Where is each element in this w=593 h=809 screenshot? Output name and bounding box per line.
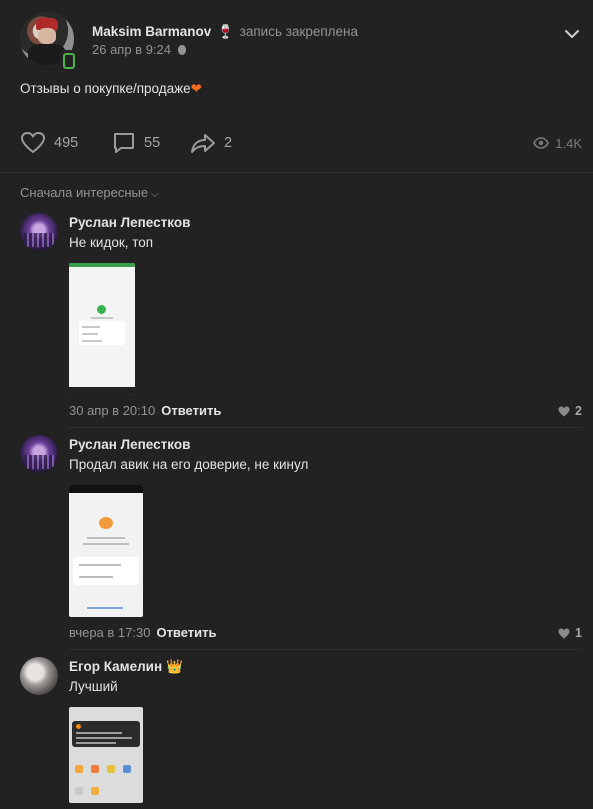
comment-text: Не кидок, топ (69, 235, 154, 250)
chevron-down-icon: ⌵ (151, 189, 159, 200)
heart-emoji: ❤ (190, 81, 202, 96)
image-app-icon (91, 765, 99, 773)
share-count: 2 (224, 135, 233, 151)
image-app-icon (91, 787, 99, 795)
image-status-bar (69, 263, 135, 267)
comment-item: Руслан Лепестков Продал авик на его дове… (20, 435, 582, 643)
commenter-avatar[interactable] (20, 435, 58, 473)
commenter-avatar[interactable] (20, 213, 58, 251)
image-app-icon (75, 765, 83, 773)
image-text-line (79, 576, 113, 578)
comment-date[interactable]: 30 апр в 20:10 (69, 403, 155, 418)
views-count: 1.4K (555, 135, 582, 151)
comment-image[interactable] (69, 485, 143, 617)
comment-meta: 30 апр в 20:10 Ответить (69, 403, 221, 418)
heart-icon (558, 628, 570, 638)
mobile-online-icon (60, 50, 75, 69)
post-header: Maksim Barmanov 🍷 запись закреплена 26 а… (20, 12, 580, 69)
post-actions: 495 55 2 1.4K (20, 130, 582, 156)
image-text-line (82, 333, 98, 335)
avatar-face (38, 28, 56, 44)
post-text-content: Отзывы о покупке/продаже (20, 81, 191, 96)
image-app-icon (75, 787, 83, 795)
image-text-line (76, 732, 122, 734)
comment-button[interactable]: 55 (112, 130, 160, 156)
chevron-down-icon[interactable] (564, 26, 580, 42)
image-text-line (87, 537, 125, 539)
image-app-icon (123, 765, 131, 773)
image-status-bar (69, 485, 143, 493)
image-text-line (79, 564, 121, 566)
image-card (73, 557, 139, 585)
image-link-line (87, 607, 123, 609)
heart-icon (21, 132, 45, 153)
image-text-line (76, 737, 132, 739)
comment-count: 55 (144, 135, 161, 151)
divider (69, 427, 582, 428)
author-line: Maksim Barmanov 🍷 запись закреплена (92, 24, 358, 40)
comment-text: Лучший (69, 679, 118, 694)
image-text-line (91, 317, 113, 319)
check-icon (97, 305, 106, 314)
post-text: Отзывы о покупке/продаже❤ (20, 81, 202, 97)
like-count: 495 (54, 135, 79, 151)
comment-like-count: 1 (575, 626, 582, 640)
reply-button[interactable]: Ответить (161, 403, 221, 418)
comment-item: Руслан Лепестков Не кидок, топ 30 апр в … (20, 213, 582, 421)
comment-like-button[interactable]: 1 (558, 626, 582, 640)
image-text-line (82, 340, 102, 342)
image-app-icon (76, 724, 81, 729)
comment-meta: вчера в 17:30 Ответить (69, 625, 217, 640)
post-date[interactable]: 26 апр в 9:24 (92, 42, 171, 57)
image-text-line (83, 543, 129, 545)
image-text-line (82, 326, 100, 328)
comment-icon (114, 133, 134, 153)
crown-icon: 👑 (166, 659, 183, 674)
sort-label: Сначала интересные (20, 185, 149, 200)
like-button[interactable]: 495 (20, 130, 78, 156)
share-button[interactable]: 2 (190, 130, 232, 156)
divider (69, 649, 582, 650)
pinned-label: запись закреплена (239, 24, 359, 39)
sort-dropdown[interactable]: Сначала интересные ⌵ (20, 185, 159, 200)
comment-text: Продал авик на его доверие, не кинул (69, 457, 309, 472)
commenter-name-line: Егор Камелин 👑 (69, 659, 183, 675)
comment-like-count: 2 (575, 404, 582, 418)
image-text-line (76, 742, 116, 744)
comment-date[interactable]: вчера в 17:30 (69, 625, 150, 640)
author-name[interactable]: Maksim Barmanov (92, 24, 211, 39)
apple-icon (177, 45, 186, 55)
heart-icon (558, 406, 570, 416)
comment-image[interactable] (69, 707, 143, 803)
commenter-avatar[interactable] (20, 657, 58, 695)
commenter-name[interactable]: Руслан Лепестков (69, 215, 190, 230)
image-nav-bar (69, 387, 135, 395)
eye-icon (533, 137, 550, 149)
author-emoji: 🍷 (217, 24, 234, 39)
commenter-name[interactable]: Руслан Лепестков (69, 437, 190, 452)
comment-item: Егор Камелин 👑 Лучший (20, 657, 582, 807)
divider (0, 172, 593, 173)
comment-like-button[interactable]: 2 (558, 404, 582, 418)
image-app-icon (107, 765, 115, 773)
reply-button[interactable]: Ответить (156, 625, 216, 640)
thumbs-up-icon (99, 517, 113, 529)
share-icon (191, 134, 215, 153)
comment-image[interactable] (69, 263, 135, 395)
post-date-line: 26 апр в 9:24 (92, 42, 186, 57)
views-counter: 1.4K (533, 130, 582, 156)
commenter-name[interactable]: Егор Камелин (69, 659, 162, 674)
